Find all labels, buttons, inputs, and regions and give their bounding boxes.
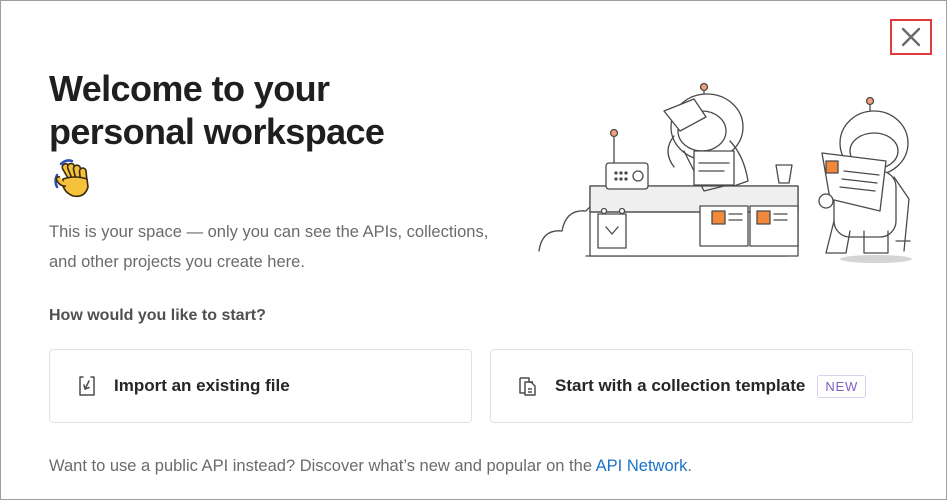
welcome-dialog: Welcome to your personal workspace This … xyxy=(0,0,947,500)
footer-end: . xyxy=(687,457,692,475)
footer-prefix: Want to use a public API instead? Discov… xyxy=(49,457,596,475)
title-line-1: Welcome to your xyxy=(49,68,330,109)
close-button[interactable] xyxy=(890,19,932,55)
dialog-title: Welcome to your personal workspace xyxy=(49,67,385,153)
waving-hand-icon xyxy=(54,159,89,198)
start-question: How would you like to start? xyxy=(49,307,266,324)
collection-template-option[interactable]: Start with a collection template NEW xyxy=(490,349,913,423)
import-file-label: Import an existing file xyxy=(114,376,290,395)
dialog-subtitle: This is your space — only you can see th… xyxy=(49,223,489,271)
workspace-illustration xyxy=(538,82,912,263)
collection-template-label: Start with a collection template xyxy=(555,376,806,395)
import-file-icon xyxy=(74,373,100,399)
template-icon xyxy=(515,373,541,399)
close-icon xyxy=(901,27,921,47)
new-badge: NEW xyxy=(817,374,867,398)
api-network-link[interactable]: API Network xyxy=(596,457,688,475)
import-file-option[interactable]: Import an existing file xyxy=(49,349,472,423)
footer-text: Want to use a public API instead? Discov… xyxy=(49,457,692,476)
title-line-2: personal workspace xyxy=(49,111,385,152)
